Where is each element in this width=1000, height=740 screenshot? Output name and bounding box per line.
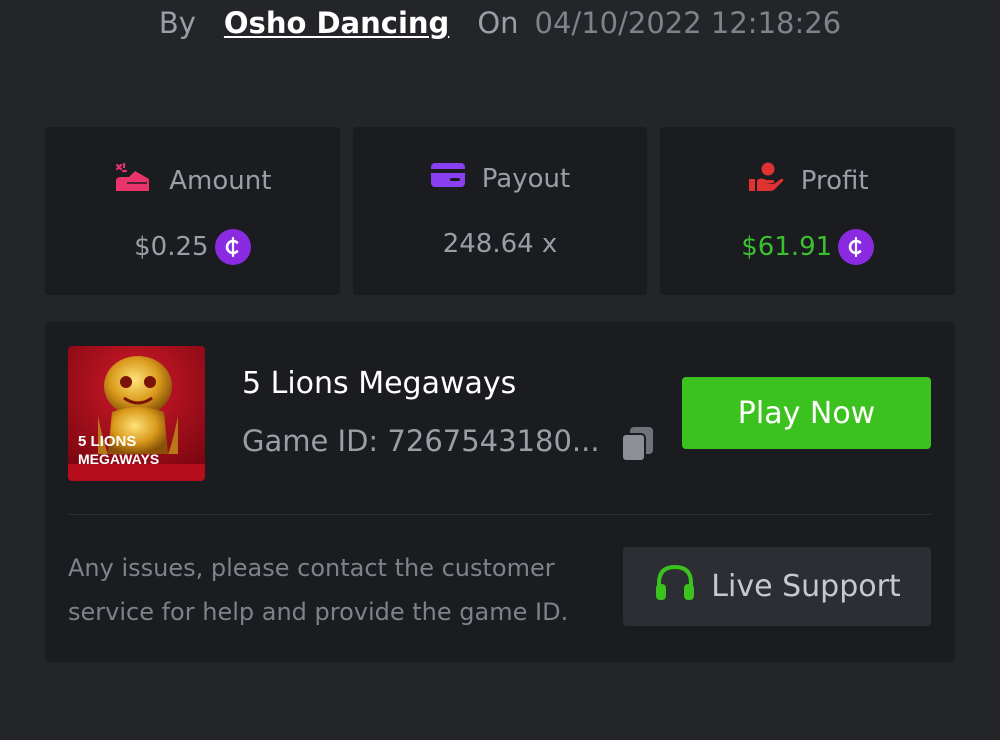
coin-icon [838,229,875,265]
payout-value: 248.64 x [442,229,558,259]
amount-icon [113,161,153,200]
bet-stats: Amount $0.25 Payout 248.64 x Profit $61.… [45,127,956,295]
card-icon [430,161,466,196]
thumbnail-title-2: MEGAWAYS [78,451,159,467]
amount-value-row: $0.25 [45,229,340,265]
game-title: 5 Lions Megaways [242,366,517,401]
game-card: 5 LIONS MEGAWAYS 5 Lions Megaways Game I… [45,322,955,662]
play-now-button[interactable]: Play Now [682,377,931,449]
support-help-text: Any issues, please contact the customer … [68,554,569,626]
live-support-label: Live Support [711,569,901,604]
headset-icon [653,563,697,611]
by-label: By [158,6,196,40]
username-link[interactable]: Osho Dancing [224,6,449,40]
bet-byline: By Osho Dancing On 04/10/2022 12:18:26 [0,0,1000,46]
profit-value: $61.91 [741,232,833,262]
profit-header: Profit [660,161,955,200]
on-label: On [477,6,519,40]
amount-card: Amount $0.25 [45,127,340,295]
coin-icon [214,229,251,265]
live-support-button[interactable]: Live Support [623,547,931,626]
amount-header: Amount [45,161,340,200]
payout-header: Payout [353,161,648,196]
copy-icon[interactable] [618,424,658,464]
thumbnail-title-1: 5 LIONS [78,433,136,450]
divider [68,514,932,515]
profit-label: Profit [800,165,869,196]
payout-card: Payout 248.64 x [352,127,648,295]
bet-datetime: 04/10/2022 12:18:26 [534,6,842,40]
profit-value-row: $61.91 [660,229,955,265]
amount-value: $0.25 [134,232,209,262]
hand-coin-icon [747,161,785,200]
payout-value-row: 248.64 x [353,229,648,259]
amount-label: Amount [169,165,272,196]
game-thumbnail[interactable]: 5 LIONS MEGAWAYS [68,346,205,481]
payout-label: Payout [481,163,571,194]
profit-card: Profit $61.91 [660,127,956,295]
game-id: Game ID: 7267543180... [242,424,600,458]
